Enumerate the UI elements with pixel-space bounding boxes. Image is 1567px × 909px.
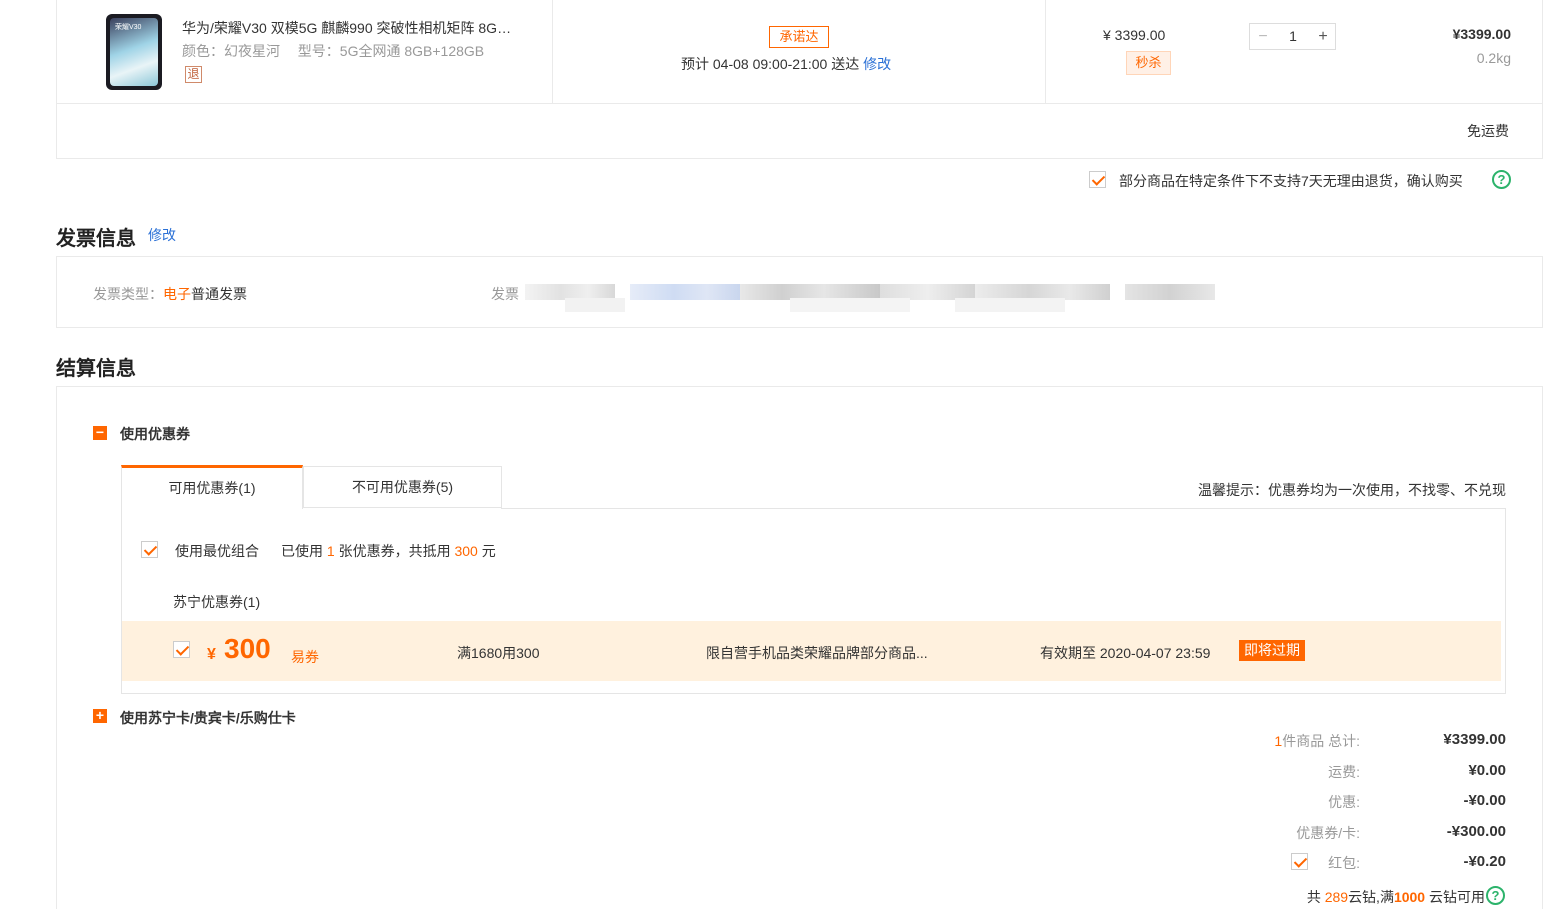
summary-discount-label: 优惠: xyxy=(1328,794,1360,810)
quantity-stepper: − 1 + xyxy=(1249,23,1336,50)
coupon-type: 易券 xyxy=(291,649,319,665)
coupon-checkbox[interactable] xyxy=(173,641,190,658)
quantity-input[interactable]: 1 xyxy=(1276,24,1310,49)
return-confirm-checkbox[interactable] xyxy=(1089,171,1106,188)
yunzuan-count: 289 xyxy=(1324,889,1349,905)
invoice-type-label: 发票类型： xyxy=(93,286,163,302)
model-value: 5G全网通 8GB+128GB xyxy=(339,43,485,59)
return-badge: 退 xyxy=(185,66,202,83)
summary-redpacket-value: -¥0.20 xyxy=(1463,853,1506,870)
product-weight: 0.2kg xyxy=(1476,50,1511,66)
product-divider-1 xyxy=(552,0,553,103)
summary-redpacket-label: 红包: xyxy=(1328,855,1360,871)
flash-sale-badge: 秒杀 xyxy=(1126,51,1171,75)
invoice-type-highlight: 电子 xyxy=(163,286,191,302)
summary-shipping-value: ¥0.00 xyxy=(1468,762,1506,779)
invoice-type-value: 普通发票 xyxy=(191,286,247,302)
return-notice-text: 部分商品在特定条件下不支持7天无理由退货，确认购买 xyxy=(1119,173,1463,189)
product-subtotal: ¥3399.00 xyxy=(1452,26,1511,42)
coupon-section-title[interactable]: 使用优惠券 xyxy=(120,424,190,444)
coupon-expiring-badge: 即将过期 xyxy=(1239,640,1305,661)
best-combo-checkbox[interactable] xyxy=(141,541,158,558)
delivery-info: 预计 04-08 09:00-21:00 送达 修改 xyxy=(681,54,891,74)
coupon-validity: 有效期至 2020-04-07 23:59 xyxy=(1040,645,1211,661)
summary-items-total: ¥3399.00 xyxy=(1443,731,1506,748)
tab-unavailable-label: 不可用优惠券(5) xyxy=(351,479,454,495)
invoice-header-label: 发票 xyxy=(491,286,519,302)
delivery-text: 预计 04-08 09:00-21:00 送达 xyxy=(681,56,860,72)
coupon-row[interactable]: ¥ 300 易券 满1680用300 限自营手机品类荣耀品牌部分商品... 有效… xyxy=(122,621,1501,681)
promise-badge: 承诺达 xyxy=(769,26,829,48)
product-divider-2 xyxy=(1045,0,1046,103)
model-label: 型号： xyxy=(297,43,340,59)
summary-coupon-value: -¥300.00 xyxy=(1446,823,1506,840)
coupon-condition: 满1680用300 xyxy=(457,645,540,661)
coupon-collapse-icon[interactable]: − xyxy=(93,425,107,440)
tab-unavailable-coupons[interactable]: 不可用优惠券(5) xyxy=(303,466,502,508)
invoice-modify-link[interactable]: 修改 xyxy=(148,225,176,245)
shipping-fee: 免运费 xyxy=(1467,123,1509,139)
product-attributes: 颜色：幻夜星河 型号：5G全网通 8GB+128GB xyxy=(182,41,484,61)
summary-items-label: 件商品 总计: xyxy=(1282,733,1360,749)
invoice-title: 发票信息 xyxy=(56,228,136,250)
best-combo-label: 使用最优组合 xyxy=(175,543,259,559)
coupon-amount: 300 xyxy=(224,633,271,664)
invoice-type: 发票类型：电子普通发票 xyxy=(93,284,247,304)
summary-coupon-label: 优惠券/卡: xyxy=(1296,825,1360,841)
product-image[interactable]: 荣耀V30 xyxy=(106,14,162,90)
summary-discount-value: -¥0.00 xyxy=(1463,792,1506,809)
used-coupon-count: 1 xyxy=(326,543,335,559)
invoice-redacted-block xyxy=(525,282,1215,314)
product-name-link[interactable]: 华为/荣耀V30 双模5G 麒麟990 突破性相机矩阵 8G… xyxy=(182,18,511,38)
redpacket-checkbox[interactable] xyxy=(1291,853,1308,870)
quantity-increase-button[interactable]: + xyxy=(1310,24,1336,49)
return-help-icon[interactable]: ? xyxy=(1492,170,1511,189)
color-value: 幻夜星河 xyxy=(224,43,280,59)
yunzuan-threshold: 1000 xyxy=(1393,889,1426,905)
coupon-usage-summary: 已使用 1 张优惠券，共抵用 300 元 xyxy=(281,543,496,559)
summary-shipping-label: 运费: xyxy=(1328,764,1360,780)
phone-screen-text: 荣耀V30 xyxy=(115,24,142,31)
product-divider-horizontal xyxy=(57,103,1542,104)
used-coupon-amount: 300 xyxy=(454,543,478,559)
coupon-tip: 温馨提示：优惠券均为一次使用，不找零、不兑现 xyxy=(1198,482,1506,498)
yunzuan-info: 共 289云钻,满1000 云钻可用 xyxy=(1306,889,1485,905)
quantity-decrease-button[interactable]: − xyxy=(1250,24,1276,49)
color-label: 颜色： xyxy=(182,43,224,59)
tab-available-coupons[interactable]: 可用优惠券(1) xyxy=(121,465,303,509)
tab-available-label: 可用优惠券(1) xyxy=(168,480,256,496)
tabs-baseline xyxy=(501,508,1506,509)
coupon-scope: 限自营手机品类荣耀品牌部分商品... xyxy=(706,645,928,661)
coupon-group-title: 苏宁优惠券(1) xyxy=(173,594,261,610)
card-expand-icon[interactable]: + xyxy=(93,708,107,723)
unit-price: ¥ 3399.00 xyxy=(1103,27,1166,43)
coupon-currency: ¥ xyxy=(207,646,216,663)
card-section-title[interactable]: 使用苏宁卡/贵宾卡/乐购仕卡 xyxy=(120,708,296,728)
summary-items: 1件商品 总计: xyxy=(1274,731,1360,751)
yunzuan-help-icon[interactable]: ? xyxy=(1486,886,1505,905)
delivery-modify-link[interactable]: 修改 xyxy=(863,56,891,72)
settlement-title: 结算信息 xyxy=(56,358,136,380)
